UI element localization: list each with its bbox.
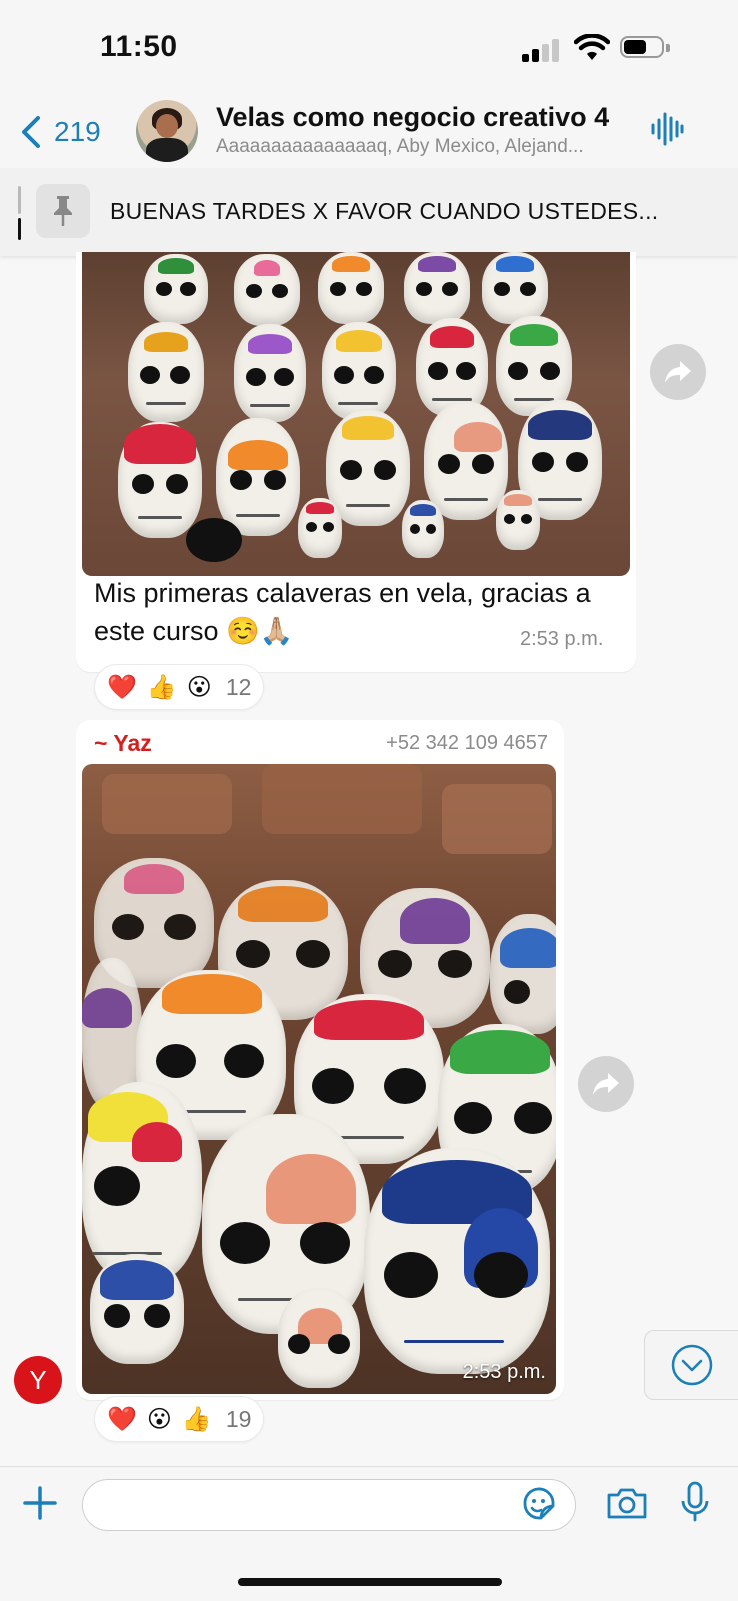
plus-icon[interactable] [22, 1485, 58, 1521]
back-button[interactable]: 219 [18, 110, 101, 154]
message-bubble[interactable]: Mis primeras calaveras en vela, gracias … [76, 252, 636, 672]
chevron-down-icon [671, 1344, 713, 1386]
reaction-count: 12 [225, 673, 252, 700]
reaction-heart: ❤️ [107, 673, 137, 701]
skull-candles-photo[interactable] [82, 252, 630, 576]
reaction-wow: 😮 [146, 1405, 172, 1433]
reaction-heart: ❤️ [107, 1405, 137, 1433]
pinned-text: BUENAS TARDES X FAVOR CUANDO USTEDES... [110, 198, 659, 224]
sticker-icon[interactable] [520, 1485, 558, 1523]
sender-name[interactable]: ~ Yaz [94, 730, 152, 757]
wifi-icon [574, 34, 610, 60]
pin-icon [36, 184, 90, 238]
audio-waveform-icon[interactable] [650, 110, 684, 148]
signature-stamp [186, 518, 242, 562]
pinned-message[interactable]: BUENAS TARDES X FAVOR CUANDO USTEDES... [0, 168, 738, 256]
status-bar: 11:50 [0, 0, 738, 100]
skull-candles-photo[interactable]: 2:53 p.m. [82, 764, 556, 1394]
scroll-to-bottom-button[interactable] [644, 1330, 738, 1400]
group-avatar[interactable] [136, 100, 198, 162]
message-time: 2:53 p.m. [520, 628, 604, 650]
forward-button[interactable] [578, 1056, 634, 1112]
forward-icon [593, 1073, 619, 1095]
reaction-wow: 😮 [186, 673, 212, 701]
message-bubble[interactable]: ~ Yaz +52 342 109 4657 2:53 p.m. [76, 720, 564, 1400]
home-indicator [238, 1578, 502, 1586]
sender-phone: +52 342 109 4657 [386, 732, 548, 754]
cellular-signal-icon [522, 36, 562, 62]
forward-icon [665, 361, 691, 383]
status-time: 11:50 [100, 30, 178, 63]
pinned-indicator [18, 186, 21, 240]
microphone-icon[interactable] [680, 1481, 710, 1523]
battery-icon [620, 36, 670, 60]
reactions-bar[interactable]: ❤️ 👍 😮 12 [94, 664, 265, 710]
chat-header: 219 Velas como negocio creativo 4 Aaaaaa… [0, 100, 738, 169]
photo-time: 2:53 p.m. [462, 1361, 546, 1383]
camera-icon[interactable] [606, 1485, 648, 1521]
chevron-left-icon [22, 116, 40, 148]
unread-count: 219 [54, 116, 101, 147]
sender-avatar[interactable]: Y [14, 1356, 62, 1404]
chat-members[interactable]: Aaaaaaaaaaaaaaaq, Aby Mexico, Alejand... [216, 136, 584, 158]
message-input[interactable] [82, 1479, 576, 1531]
forward-button[interactable] [650, 344, 706, 400]
reaction-count: 19 [225, 1405, 252, 1432]
reaction-thumbs-up: 👍 [146, 673, 177, 701]
reaction-thumbs-up: 👍 [181, 1405, 212, 1433]
reactions-bar[interactable]: ❤️ 😮 👍 19 [94, 1396, 265, 1442]
chat-title[interactable]: Velas como negocio creativo 4 [216, 102, 609, 133]
